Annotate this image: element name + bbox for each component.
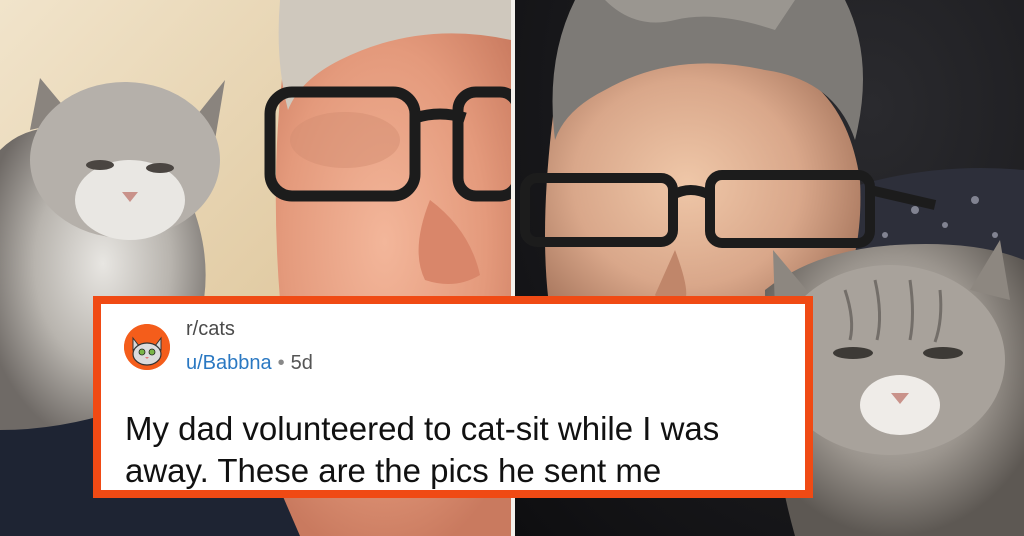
username-link[interactable]: u/Babbna <box>186 352 272 374</box>
collage: r/cats u/Babbna • 5d My dad volunteered to… <box>0 0 1024 536</box>
subreddit-name[interactable]: r/cats <box>186 318 235 341</box>
meta-separator: • <box>277 352 285 374</box>
post-age: 5d <box>290 352 313 374</box>
post-title[interactable]: My dad volunteered to cat-sit while I wa… <box>125 408 795 492</box>
post-meta: u/Babbna • 5d <box>186 352 313 375</box>
cat-face-icon <box>124 324 170 370</box>
reddit-post-card: r/cats u/Babbna • 5d My dad volunteered to… <box>93 296 813 498</box>
subreddit-avatar[interactable] <box>124 324 170 370</box>
